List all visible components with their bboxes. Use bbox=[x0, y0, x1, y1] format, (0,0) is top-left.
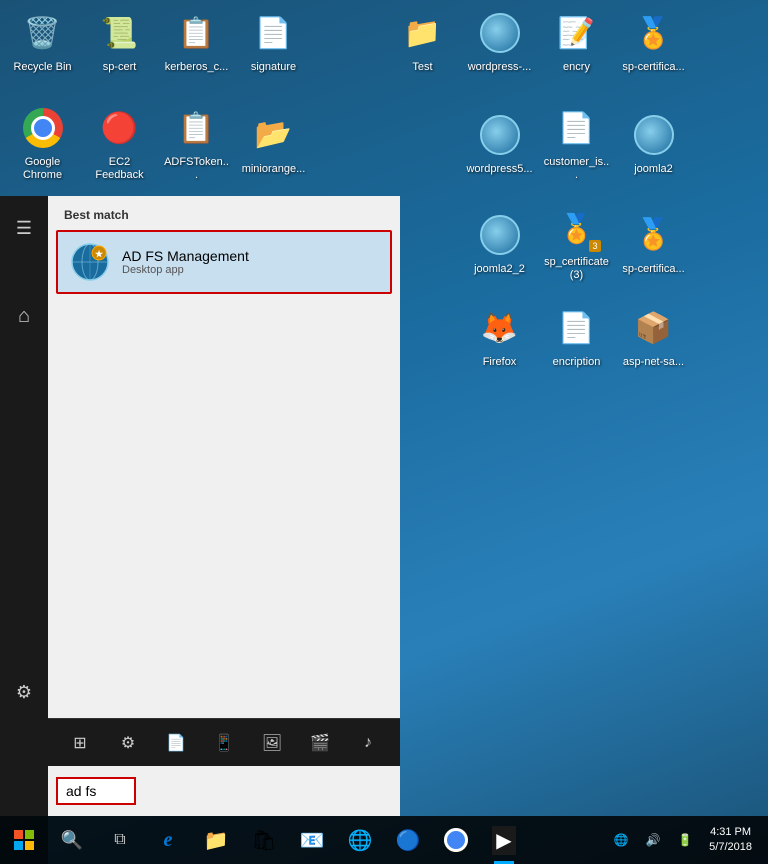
quick-action-tablet[interactable]: 📱 bbox=[204, 723, 244, 763]
taskbar-ie[interactable]: e bbox=[144, 816, 192, 864]
desktop-icon-label: Recycle Bin bbox=[13, 61, 71, 74]
desktop-icon-joomla2-2[interactable]: joomla2_2 bbox=[462, 200, 537, 286]
taskbar-chrome[interactable] bbox=[432, 816, 480, 864]
quick-action-video[interactable]: 🎬 bbox=[300, 723, 340, 763]
taskbar-mail[interactable]: 📧 bbox=[288, 816, 336, 864]
desktop-icon-signature[interactable]: 📄 signature bbox=[236, 5, 311, 78]
desktop-icon-label: encription bbox=[553, 356, 601, 369]
desktop-icon-label: Test bbox=[412, 61, 432, 74]
taskbar: 🔍 ⧉ e 📁 🛍 📧 🌐 bbox=[0, 816, 768, 864]
desktop-icon-label: sp-certifica... bbox=[622, 61, 684, 74]
desktop-icon-firefox[interactable]: 🦊 Firefox bbox=[462, 300, 537, 373]
desktop-icon-adfstoken[interactable]: 📋 ADFSToken... bbox=[159, 100, 234, 186]
start-menu: ☰ ⌂ ⚙ Best match bbox=[0, 196, 400, 816]
ie-icon: e bbox=[164, 829, 173, 852]
desktop-icon-label: signature bbox=[251, 61, 296, 74]
search-results-panel: Best match ★ AD FS Management bbox=[48, 196, 400, 766]
best-match-heading: Best match bbox=[56, 204, 392, 230]
taskbar-search-button[interactable]: 🔍 bbox=[48, 816, 96, 864]
search-icon: 🔍 bbox=[61, 830, 83, 851]
search-input[interactable] bbox=[56, 777, 136, 805]
desktop-icon-label: wordpress5... bbox=[466, 163, 532, 176]
desktop-icon-encription[interactable]: 📄 encription bbox=[539, 300, 614, 373]
photos-icon: 🌐 bbox=[348, 828, 373, 853]
explorer-icon: 📁 bbox=[204, 828, 229, 853]
quick-action-image[interactable]: 🖼 bbox=[252, 723, 292, 763]
adfs-result-text: AD FS Management Desktop app bbox=[122, 248, 249, 276]
desktop-icon-label: miniorange... bbox=[242, 163, 306, 176]
mail-icon: 📧 bbox=[300, 828, 325, 853]
adfs-icon-svg: ★ bbox=[71, 243, 109, 281]
taskbar-terminal[interactable]: ▶ bbox=[480, 816, 528, 864]
svg-text:★: ★ bbox=[95, 249, 104, 259]
store-icon: 🛍 bbox=[251, 828, 276, 853]
desktop-icon-recycle-bin[interactable]: 🗑️ Recycle Bin bbox=[5, 5, 80, 78]
quick-action-document[interactable]: 📄 bbox=[156, 723, 196, 763]
desktop-icon-label: kerberos_c... bbox=[165, 61, 229, 74]
desktop-icon-customer[interactable]: 📄 customer_is... bbox=[539, 100, 614, 186]
desktop-icon-label: Google Chrome bbox=[9, 156, 76, 182]
search-bar-area bbox=[48, 766, 400, 816]
tray-volume-icon[interactable]: 🔊 bbox=[637, 816, 669, 864]
search-result-adfs[interactable]: ★ AD FS Management Desktop app bbox=[56, 230, 392, 294]
desktop-icon-label: ADFSToken... bbox=[163, 156, 230, 182]
desktop-icon-kerberos[interactable]: 📋 kerberos_c... bbox=[159, 5, 234, 78]
desktop-icon-aspnet[interactable]: 📦 asp-net-sa... bbox=[616, 300, 691, 373]
desktop-icon-test[interactable]: 📁 Test bbox=[385, 5, 460, 78]
settings-button[interactable]: ⚙ bbox=[0, 668, 48, 716]
start-menu-sidebar: ☰ ⌂ ⚙ bbox=[0, 196, 48, 816]
taskbar-taskview-button[interactable]: ⧉ bbox=[96, 816, 144, 864]
app6-icon: 🔵 bbox=[396, 828, 421, 853]
adfs-app-icon: ★ bbox=[70, 242, 110, 282]
desktop-icon-wordpress5[interactable]: wordpress5... bbox=[462, 100, 537, 186]
adfs-result-title: AD FS Management bbox=[122, 248, 249, 264]
desktop-icon-sp-certifica[interactable]: 🏅 sp-certifica... bbox=[616, 5, 691, 78]
quick-action-settings[interactable]: ⚙ bbox=[108, 723, 148, 763]
desktop-icon-label: joomla2 bbox=[634, 163, 673, 176]
desktop-icon-encry[interactable]: 📝 encry bbox=[539, 5, 614, 78]
desktop-icon-label: EC2 Feedback bbox=[86, 156, 153, 182]
desktop-icon-label: wordpress-... bbox=[468, 61, 532, 74]
desktop-icon-label: sp-cert bbox=[103, 61, 137, 74]
desktop-icon-chrome[interactable]: Google Chrome bbox=[5, 100, 80, 186]
taskview-icon: ⧉ bbox=[114, 831, 125, 849]
windows-logo-icon bbox=[14, 830, 34, 850]
desktop-icon-label: sp_certificate (3) bbox=[543, 256, 610, 282]
quick-action-music[interactable]: ♪ bbox=[348, 723, 388, 763]
desktop-icon-label: asp-net-sa... bbox=[623, 356, 684, 369]
desktop-icon-label: Firefox bbox=[483, 356, 517, 369]
desktop-icon-joomla2[interactable]: joomla2 bbox=[616, 100, 691, 186]
quick-actions-bar: ⊞ ⚙ 📄 📱 🖼 🎬 ♪ bbox=[48, 718, 400, 766]
desktop-icon-sp-cert3[interactable]: 🏅 3 sp_certificate (3) bbox=[539, 200, 614, 286]
desktop-icon-label: joomla2_2 bbox=[474, 263, 525, 276]
tray-time-text: 4:31 PM bbox=[710, 825, 751, 840]
hamburger-menu-button[interactable]: ☰ bbox=[0, 204, 48, 252]
terminal-icon: ▶ bbox=[492, 826, 515, 855]
tray-clock[interactable]: 4:31 PM 5/7/2018 bbox=[701, 825, 760, 856]
tray-network-icon[interactable]: 🌐 bbox=[605, 816, 637, 864]
desktop-icon-ec2[interactable]: 🔴 EC2 Feedback bbox=[82, 100, 157, 186]
taskbar-photos[interactable]: 🌐 bbox=[336, 816, 384, 864]
taskbar-app6[interactable]: 🔵 bbox=[384, 816, 432, 864]
start-button[interactable] bbox=[0, 816, 48, 864]
taskbar-explorer[interactable]: 📁 bbox=[192, 816, 240, 864]
desktop-icon-label: encry bbox=[563, 61, 590, 74]
desktop-icon-wordpress[interactable]: wordpress-... bbox=[462, 5, 537, 78]
adfs-result-subtitle: Desktop app bbox=[122, 264, 249, 276]
taskbar-store[interactable]: 🛍 bbox=[240, 816, 288, 864]
taskbar-apps: e 📁 🛍 📧 🌐 🔵 bbox=[144, 816, 605, 864]
desktop-icon-miniorange[interactable]: 📂 miniorange... bbox=[236, 100, 311, 186]
home-button[interactable]: ⌂ bbox=[0, 292, 48, 340]
tray-date-text: 5/7/2018 bbox=[709, 840, 752, 855]
taskbar-tray: 🌐 🔊 🔋 4:31 PM 5/7/2018 bbox=[605, 816, 768, 864]
quick-action-taskbar[interactable]: ⊞ bbox=[60, 723, 100, 763]
desktop-icon-label: customer_is... bbox=[543, 156, 610, 182]
desktop: 🗑️ Recycle Bin 📜 sp-cert 📋 kerberos_c...… bbox=[0, 0, 768, 864]
desktop-icon-sp-certifica2[interactable]: 🏅 sp-certifica... bbox=[616, 200, 691, 286]
chrome-taskbar-icon bbox=[444, 828, 468, 852]
tray-battery-icon[interactable]: 🔋 bbox=[669, 816, 701, 864]
desktop-icon-label: sp-certifica... bbox=[622, 263, 684, 276]
desktop-icon-sp-cert[interactable]: 📜 sp-cert bbox=[82, 5, 157, 78]
